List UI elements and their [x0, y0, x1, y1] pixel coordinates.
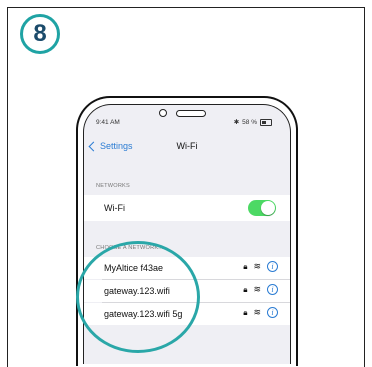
step-number-badge: 8: [20, 14, 60, 54]
front-camera: [159, 109, 167, 117]
wifi-toggle-label: Wi-Fi: [104, 203, 125, 213]
wifi-icon: ≋: [253, 307, 261, 317]
network-name: MyAltice f43ae: [104, 263, 164, 273]
bluetooth-icon: ✱: [233, 119, 240, 126]
info-icon[interactable]: i: [267, 284, 278, 295]
status-bar: 9:41 AM ✱ 58 %: [84, 115, 290, 129]
wifi-icon: ≋: [253, 261, 261, 271]
status-time: 9:41 AM: [96, 119, 120, 126]
page-title: Wi-Fi: [176, 141, 198, 151]
network-icons: 🔒︎ ≋ i: [243, 261, 278, 272]
wifi-toggle-row: Wi-Fi: [84, 195, 290, 221]
phone-screen: 9:41 AM ✱ 58 % Settings Wi-Fi NETWORKS W…: [83, 104, 291, 364]
step-number: 8: [33, 20, 47, 47]
battery-icon: [260, 118, 272, 126]
network-name: gateway.123.wifi 5g: [104, 309, 183, 319]
status-right: ✱ 58 %: [234, 118, 272, 126]
lock-icon: 🔒︎: [243, 261, 248, 271]
wifi-toggle[interactable]: [248, 200, 276, 216]
nav-bar: Settings Wi-Fi: [84, 139, 290, 157]
info-icon[interactable]: i: [267, 307, 278, 318]
networks-section-header: NETWORKS: [96, 183, 130, 189]
wifi-icon: ≋: [253, 284, 261, 294]
info-icon[interactable]: i: [267, 261, 278, 272]
battery-percent: 58 %: [242, 118, 257, 126]
network-icons: 🔒︎ ≋ i: [243, 307, 278, 318]
choose-network-header: CHOOSE A NETWORK...: [96, 245, 164, 251]
network-row[interactable]: gateway.123.wifi 🔒︎ ≋ i: [84, 280, 290, 302]
network-icons: 🔒︎ ≋ i: [243, 284, 278, 295]
lock-icon: 🔒︎: [243, 284, 248, 294]
network-row[interactable]: gateway.123.wifi 5g 🔒︎ ≋ i: [84, 303, 290, 325]
network-name: gateway.123.wifi: [104, 286, 170, 296]
lock-icon: 🔒︎: [243, 307, 248, 317]
network-row[interactable]: MyAltice f43ae 🔒︎ ≋ i: [84, 257, 290, 279]
earpiece-speaker: [176, 110, 206, 117]
